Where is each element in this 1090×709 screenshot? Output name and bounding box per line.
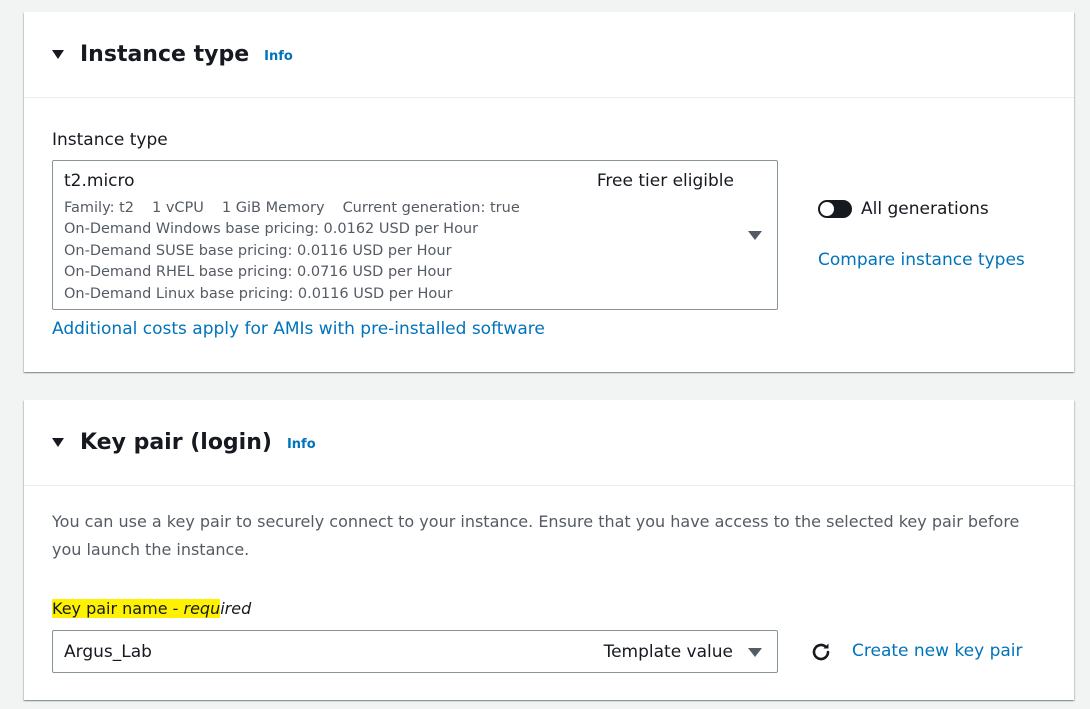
key-pair-select[interactable]: Argus_Lab Template value xyxy=(52,630,778,673)
key-pair-label-text: Key pair name - xyxy=(52,599,184,618)
free-tier-badge: Free tier eligible xyxy=(596,171,734,191)
pricing-windows: On-Demand Windows base pricing: 0.0162 U… xyxy=(64,221,479,238)
dropdown-arrow-icon[interactable] xyxy=(748,231,762,240)
pricing-linux: On-Demand Linux base pricing: 0.0116 USD… xyxy=(64,285,453,302)
instance-type-panel: Instance type Info Instance type t2.micr… xyxy=(24,12,1074,372)
instance-type-select[interactable]: t2.micro Free tier eligible Family: t2 1 … xyxy=(52,160,778,310)
required-rest: ired xyxy=(220,599,252,618)
key-pair-info-link[interactable]: Info xyxy=(287,437,316,452)
key-pair-name-label: Key pair name - required xyxy=(52,599,251,618)
create-key-pair-link[interactable]: Create new key pair xyxy=(852,641,1023,661)
all-generations-label: All generations xyxy=(861,199,989,219)
refresh-icon[interactable] xyxy=(809,640,833,664)
key-pair-header[interactable]: Key pair (login) Info xyxy=(24,400,1074,486)
caret-down-icon[interactable] xyxy=(52,50,64,59)
instance-generation: Current generation: true xyxy=(342,200,520,216)
toggle-icon xyxy=(820,202,834,216)
additional-costs-link[interactable]: Additional costs apply for AMIs with pre… xyxy=(52,319,545,339)
instance-type-specs: Family: t2 1 vCPU 1 GiB Memory Current gene… xyxy=(64,198,538,219)
instance-family: Family: t2 xyxy=(64,200,135,216)
instance-type-field-label: Instance type xyxy=(52,130,168,150)
instance-memory: 1 GiB Memory xyxy=(221,200,325,216)
instance-vcpu: 1 vCPU xyxy=(152,200,204,216)
key-pair-title: Key pair (login) xyxy=(80,430,272,455)
all-generations-toggle[interactable] xyxy=(818,200,852,218)
key-pair-panel: Key pair (login) Info You can use a key … xyxy=(24,400,1074,700)
instance-type-name: t2.micro xyxy=(64,171,135,191)
instance-type-header[interactable]: Instance type Info xyxy=(24,12,1074,98)
pricing-suse: On-Demand SUSE base pricing: 0.0116 USD … xyxy=(64,242,452,259)
dropdown-arrow-icon[interactable] xyxy=(748,648,762,657)
instance-type-details: Family: t2 1 vCPU 1 GiB Memory Current gene… xyxy=(64,198,538,305)
key-pair-description: You can use a key pair to securely conne… xyxy=(52,512,1020,559)
instance-type-title: Instance type xyxy=(80,42,250,67)
instance-type-info-link[interactable]: Info xyxy=(264,49,293,64)
template-value-label: Template value xyxy=(603,642,733,662)
pricing-rhel: On-Demand RHEL base pricing: 0.0716 USD … xyxy=(64,264,452,281)
caret-down-icon[interactable] xyxy=(52,438,64,447)
key-pair-value: Argus_Lab xyxy=(64,642,152,662)
compare-instance-types-link[interactable]: Compare instance types xyxy=(818,250,1025,270)
required-highlighted: requ xyxy=(183,599,221,618)
